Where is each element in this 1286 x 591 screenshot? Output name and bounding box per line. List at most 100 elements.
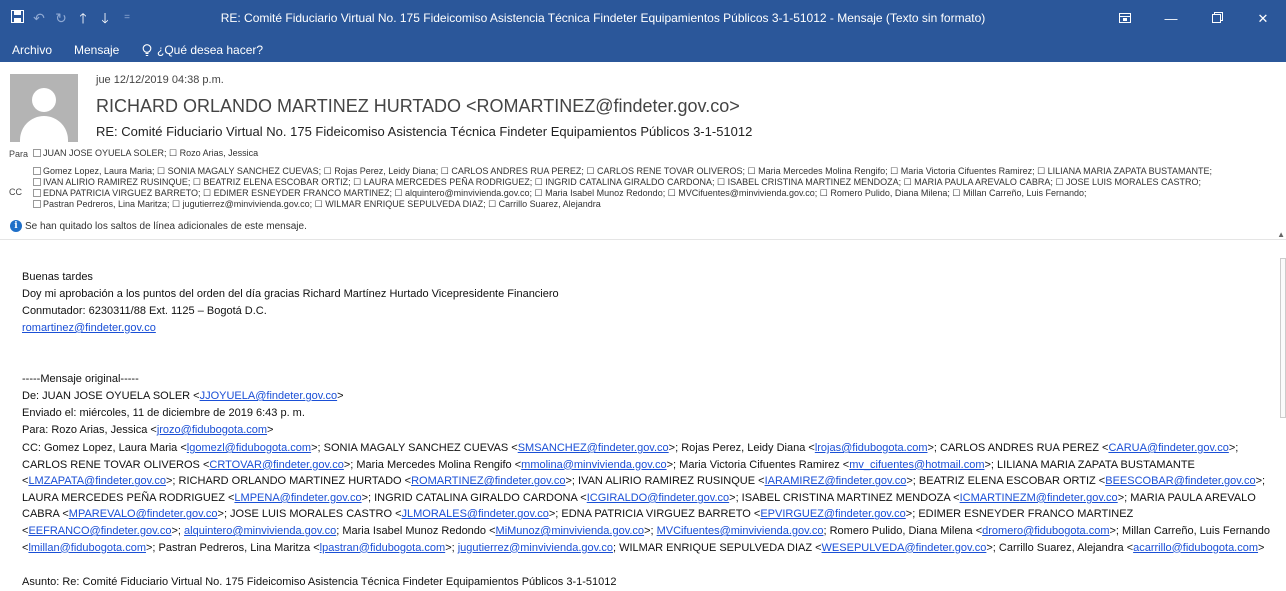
- tab-mensaje[interactable]: Mensaje: [74, 43, 119, 57]
- cc-email-link[interactable]: ROMARTINEZ@findeter.gov.co: [411, 475, 565, 487]
- cc-email-link[interactable]: jugutierrez@minvivienda.gov.co: [458, 542, 613, 554]
- cc-email-link[interactable]: ICGIRALDO@findeter.gov.co: [587, 492, 729, 504]
- tell-me-search[interactable]: ¿Qué desea hacer?: [142, 43, 263, 57]
- cc-email-link[interactable]: ICMARTINEZM@findeter.gov.co: [960, 492, 1118, 504]
- cc-email-link[interactable]: JLMORALES@findeter.gov.co: [402, 508, 549, 520]
- recipient-checkbox-icon: [33, 189, 41, 197]
- cc-line: IVAN ALIRIO RAMIREZ RUSINQUE; ☐ BEATRIZ …: [33, 177, 1283, 188]
- cc-email-link[interactable]: LMPENA@findeter.gov.co: [234, 492, 361, 504]
- cc-email-link[interactable]: BEESCOBAR@findeter.gov.co: [1105, 475, 1255, 487]
- to-line: Para: Rozo Arias, Jessica <jrozo@fidubog…: [22, 424, 274, 436]
- original-message-header: -----Mensaje original-----: [22, 373, 139, 385]
- close-icon[interactable]: ✕: [1240, 0, 1286, 38]
- cc-line: EDNA PATRICIA VIRGUEZ BARRETO; ☐ EDIMER …: [33, 188, 1283, 199]
- cc-email-link[interactable]: CRTOVAR@findeter.gov.co: [209, 459, 343, 471]
- cc-text: >; CARLOS ANDRES RUA PEREZ <: [927, 442, 1109, 454]
- cc-email-link[interactable]: EPVIRGUEZ@findeter.gov.co: [760, 508, 905, 520]
- cc-email-link[interactable]: mv_cifuentes@hotmail.com: [849, 459, 984, 471]
- recipient-checkbox-icon: [33, 149, 41, 157]
- window-controls: — ✕: [1102, 0, 1286, 38]
- to-email-link[interactable]: jrozo@fidubogota.com: [157, 424, 267, 436]
- cc-text: >; Maria Victoria Cifuentes Ramirez <: [666, 458, 850, 471]
- cc-email-link[interactable]: lgomezl@fidubogota.com: [187, 442, 311, 454]
- para-label: Para: [9, 149, 29, 159]
- cc-email-link[interactable]: LMZAPATA@findeter.gov.co: [28, 475, 166, 487]
- cc-email-link[interactable]: EEFRANCO@findeter.gov.co: [28, 525, 171, 537]
- cc-text: ; WILMAR ENRIQUE SEPULVEDA DIAZ <: [613, 541, 822, 554]
- from-email-link[interactable]: JJOYUELA@findeter.gov.co: [200, 390, 338, 402]
- ribbon-display-icon[interactable]: [1102, 0, 1148, 38]
- recipient-checkbox-icon: [33, 200, 41, 208]
- cc-email-link[interactable]: alquintero@minvivienda.gov.co: [184, 525, 336, 537]
- restore-icon[interactable]: [1194, 0, 1240, 38]
- cc-text: >; IVAN ALIRIO RAMIREZ RUSINQUE <: [565, 475, 765, 488]
- cc-text: >; ISABEL CRISTINA MARTINEZ MENDOZA <: [729, 491, 960, 504]
- cc-text: >;: [644, 524, 657, 537]
- from-line: De: JUAN JOSE OYUELA SOLER <JJOYUELA@fin…: [22, 390, 344, 402]
- cc-line: Pastran Pedreros, Lina Maritza; ☐ juguti…: [33, 199, 1283, 210]
- cc-text: >; RICHARD ORLANDO MARTINEZ HURTADO <: [165, 475, 412, 488]
- cc-text: >: [1258, 541, 1265, 554]
- cc-email-link[interactable]: acarrillo@fidubogota.com: [1133, 542, 1258, 554]
- para-recipients[interactable]: JUAN JOSE OYUELA SOLER; ☐ Rozo Arias, Je…: [33, 148, 258, 159]
- cc-line: Gomez Lopez, Laura Maria; ☐ SONIA MAGALY…: [33, 166, 1283, 177]
- subject-line: Asunto: Re: Comité Fiduciario Virtual No…: [22, 576, 617, 588]
- sender-name[interactable]: RICHARD ORLANDO MARTINEZ HURTADO <ROMART…: [96, 96, 740, 117]
- cc-email-link[interactable]: MPAREVALO@findeter.gov.co: [69, 508, 218, 520]
- cc-text: >;: [445, 541, 458, 554]
- cc-list: CC: Gomez Lopez, Laura Maria <lgomezl@fi…: [22, 440, 1272, 556]
- scroll-up-icon[interactable]: ▲: [1277, 230, 1285, 239]
- cc-email-link[interactable]: WESEPULVEDA@findeter.gov.co: [822, 542, 987, 554]
- cc-text: >; Pastran Pedreros, Lina Maritza <: [146, 541, 320, 554]
- cc-email-link[interactable]: MVCifuentes@minvivienda.gov.co: [657, 525, 824, 537]
- cc-text: >;: [171, 524, 185, 537]
- cc-recipients[interactable]: Gomez Lopez, Laura Maria; ☐ SONIA MAGALY…: [33, 166, 1283, 210]
- cc-text: >; Rojas Perez, Leidy Diana <: [668, 442, 815, 454]
- body-line: Conmutador: 6230311/88 Ext. 1125 – Bogot…: [22, 305, 267, 317]
- scrollbar[interactable]: ▲: [1277, 230, 1286, 591]
- avatar: [10, 74, 78, 142]
- cc-label: CC: [9, 187, 22, 197]
- cc-text: >; INGRID CATALINA GIRALDO CARDONA <: [361, 491, 587, 504]
- cc-email-link[interactable]: CARUA@findeter.gov.co: [1108, 442, 1228, 454]
- cc-text: >; BEATRIZ ELENA ESCOBAR ORTIZ <: [906, 475, 1106, 488]
- cc-email-link[interactable]: MiMunoz@minvivienda.gov.co: [496, 525, 645, 537]
- body-line: Doy mi aprobación a los puntos del orden…: [22, 288, 559, 300]
- cc-email-link[interactable]: lmillan@fidubogota.com: [28, 542, 146, 554]
- minimize-icon[interactable]: —: [1148, 0, 1194, 38]
- info-icon: i: [10, 220, 22, 232]
- cc-email-link[interactable]: lpastran@fidubogota.com: [320, 542, 446, 554]
- cc-text: >; EDNA PATRICIA VIRGUEZ BARRETO <: [548, 508, 761, 521]
- email-link[interactable]: romartinez@findeter.gov.co: [22, 322, 156, 334]
- recipient-checkbox-icon: [33, 178, 41, 186]
- cc-text: >; Carrillo Suarez, Alejandra <: [986, 541, 1134, 554]
- tell-me-label: ¿Qué desea hacer?: [157, 43, 264, 57]
- window-title: RE: Comité Fiduciario Virtual No. 175 Fi…: [220, 11, 986, 25]
- sent-date: jue 12/12/2019 04:38 p.m.: [96, 74, 224, 86]
- info-bar[interactable]: i Se han quitado los saltos de línea adi…: [10, 220, 307, 232]
- recipient-checkbox-icon: [33, 167, 41, 175]
- ribbon-tabs: Archivo Mensaje ¿Qué desea hacer?: [0, 38, 1286, 62]
- cc-text: CC: Gomez Lopez, Laura Maria <: [22, 442, 187, 454]
- message-body: Buenas tardes Doy mi aprobación a los pu…: [0, 241, 1286, 591]
- cc-email-link[interactable]: mmolina@minvivienda.gov.co: [521, 459, 666, 471]
- cc-text: ; Romero Pulido, Diana Milena <: [823, 524, 983, 537]
- para-recipients-text: JUAN JOSE OYUELA SOLER; ☐ Rozo Arias, Je…: [43, 148, 259, 158]
- cc-email-link[interactable]: dromero@fidubogota.com: [982, 525, 1109, 537]
- greeting: Buenas tardes: [22, 271, 93, 283]
- info-text: Se han quitado los saltos de línea adici…: [25, 220, 307, 232]
- cc-text: >; SONIA MAGALY SANCHEZ CUEVAS <: [311, 442, 518, 454]
- cc-email-link[interactable]: SMSANCHEZ@findeter.gov.co: [518, 442, 669, 454]
- message-header: jue 12/12/2019 04:38 p.m. RICHARD ORLAND…: [0, 62, 1286, 240]
- sent-line: Enviado el: miércoles, 11 de diciembre d…: [22, 407, 305, 419]
- cc-text: ; Maria Isabel Munoz Redondo <: [336, 524, 496, 537]
- scroll-track[interactable]: [1280, 258, 1286, 418]
- message-subject: RE: Comité Fiduciario Virtual No. 175 Fi…: [96, 124, 753, 139]
- cc-email-link[interactable]: IARAMIREZ@findeter.gov.co: [765, 475, 907, 487]
- cc-text: >; Maria Mercedes Molina Rengifo <: [343, 458, 522, 471]
- cc-email-link[interactable]: lrojas@fidubogota.com: [815, 442, 928, 454]
- lightbulb-icon: [142, 43, 152, 56]
- cc-text: >; JOSE LUIS MORALES CASTRO <: [217, 508, 402, 521]
- tab-archivo[interactable]: Archivo: [12, 43, 52, 57]
- title-bar: ↶ ↻ 🡑 🡓 = RE: Comité Fiduciario Virtual …: [0, 0, 1286, 38]
